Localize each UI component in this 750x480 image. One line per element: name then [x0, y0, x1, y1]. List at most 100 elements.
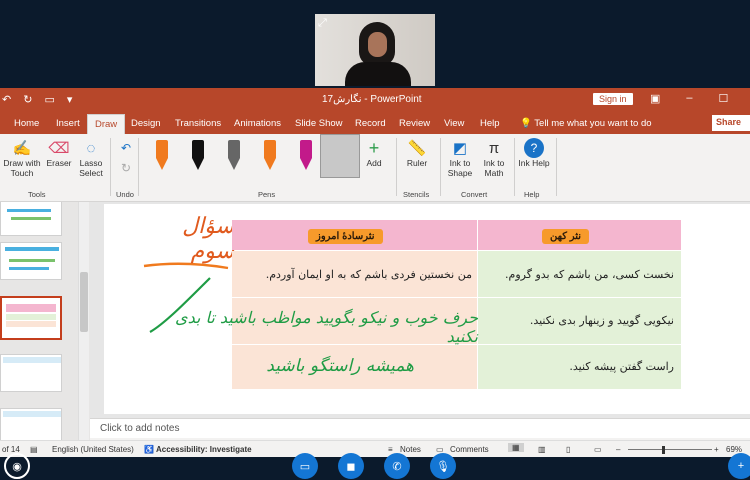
slideshow-icon[interactable]: ▭ [594, 445, 602, 454]
phone-icon[interactable]: ✆ [384, 453, 410, 479]
spellcheck-icon[interactable]: ▤ [30, 445, 38, 454]
header-old-label: نثر کهن [542, 229, 590, 244]
ribbon: ✍ Draw with Touch ⌫ Eraser ◌ Lasso Selec… [0, 134, 750, 202]
comments-button[interactable]: Comments [450, 445, 489, 454]
tab-draw[interactable]: Draw [87, 114, 126, 134]
minimize-icon[interactable]: – [686, 92, 692, 105]
ink-underline [143, 262, 229, 270]
slide-thumbnail[interactable] [0, 202, 62, 236]
thumb-row [6, 321, 56, 327]
undo-icon[interactable]: ↶ [2, 93, 11, 106]
new-row-1: من نخستین فردی باشم که به او ایمان آوردم… [265, 268, 472, 281]
thumb-line [3, 357, 61, 363]
scroll-thumb[interactable] [80, 272, 88, 332]
pens-group-label: Pens [258, 190, 276, 199]
zoom-in-icon[interactable]: + [714, 445, 719, 454]
ink-help-button[interactable]: ? Ink Help [518, 138, 550, 168]
redo-icon[interactable]: ↻ [23, 93, 32, 106]
language-label[interactable]: English (United States) [52, 445, 134, 454]
slide-thumbnail[interactable] [0, 242, 62, 280]
tab-slide-show[interactable]: Slide Show [295, 118, 343, 129]
slide-thumbnail[interactable] [0, 354, 62, 392]
notes-icon[interactable]: ≡ [388, 445, 393, 454]
eraser-label: Eraser [46, 158, 72, 168]
window-title: نگارش17 - PowerPoint [322, 94, 422, 105]
meeting-controls: ◉ ▭ ◼ ✆ 🎙 + [0, 453, 750, 480]
share-button[interactable]: Share [712, 115, 750, 131]
microphone-icon[interactable]: 🎙 [430, 453, 456, 479]
tab-view[interactable]: View [444, 118, 464, 129]
accessibility-icon[interactable]: ♿ [144, 445, 154, 454]
tab-record[interactable]: Record [355, 118, 386, 129]
reading-view-icon[interactable]: ▯ [566, 445, 570, 454]
expand-icon[interactable]: ⤢ [318, 17, 327, 30]
pen-barrel [300, 140, 312, 158]
participant-video[interactable]: ⤢ [315, 14, 435, 86]
normal-view-icon[interactable]: ▦ [508, 443, 524, 452]
tab-home[interactable]: Home [14, 118, 39, 129]
slide-thumbnail-selected[interactable] [0, 296, 62, 340]
ribbon-display-icon[interactable]: ▣ [650, 92, 660, 105]
accessibility-status[interactable]: Accessibility: Investigate [156, 445, 252, 454]
pen-2[interactable] [192, 140, 204, 170]
pen-4[interactable] [264, 140, 276, 170]
plus-icon: + [368, 137, 380, 158]
undo-ribbon-button[interactable]: ↶ ↻ [116, 138, 134, 178]
ruler-icon: 📏 [407, 140, 427, 157]
pen-3[interactable] [228, 140, 240, 170]
screen-share-icon[interactable]: ▭ [292, 453, 318, 479]
add-pen-label: Add [366, 158, 382, 168]
header-new-prose: نثرسادهٔ امروز [232, 220, 477, 250]
draw-with-touch-button[interactable]: ✍ Draw with Touch [2, 138, 42, 178]
ink-to-shape-button[interactable]: ◩ Ink to Shape [444, 138, 476, 178]
tab-animations[interactable]: Animations [234, 118, 281, 129]
ink-to-math-label: Ink to Math [483, 158, 505, 178]
presenter-icon[interactable]: ▭ [44, 93, 54, 106]
separator [556, 138, 557, 196]
tab-help[interactable]: Help [480, 118, 500, 129]
zoom-thumb[interactable] [662, 446, 665, 454]
lasso-icon: ◌ [86, 139, 96, 157]
eraser-button[interactable]: ⌫ Eraser [44, 138, 74, 168]
sign-in-button[interactable]: Sign in [593, 93, 633, 105]
ink-title: سؤال سوم [182, 214, 234, 264]
tab-review[interactable]: Review [399, 118, 430, 129]
record-icon[interactable]: ◉ [4, 453, 30, 479]
thumb-line [9, 267, 49, 270]
selected-pen-highlight[interactable] [320, 134, 360, 178]
add-icon[interactable]: + [728, 453, 750, 479]
maximize-icon[interactable]: ☐ [719, 92, 729, 105]
zoom-out-icon[interactable]: – [616, 445, 620, 454]
slide-sorter-icon[interactable]: ▥ [538, 445, 546, 454]
touch-draw-icon: ✍ [12, 140, 32, 157]
header-old-prose: نثر کهن [478, 220, 681, 250]
pen-5[interactable] [300, 140, 312, 170]
ink-to-math-button[interactable]: π Ink to Math [478, 138, 510, 179]
zoom-slider[interactable] [628, 449, 712, 450]
thumbnail-scrollbar[interactable] [78, 202, 89, 441]
tab-insert[interactable]: Insert [56, 118, 80, 129]
camera-icon[interactable]: ◼ [338, 453, 364, 479]
old-row-2: نیکویی گویید و زینهار بدی نکنید. [529, 314, 674, 327]
thumb-line [11, 217, 51, 220]
tab-design[interactable]: Design [131, 118, 161, 129]
customize-qat-icon[interactable]: ▾ [67, 93, 73, 106]
add-pen-button[interactable]: + Add [364, 137, 384, 169]
slide-thumbnail[interactable] [0, 408, 62, 441]
screen: ⤢ ↶ ↻ ▭ ▾ نگارش17 - PowerPoint Sign in ▣… [0, 0, 750, 480]
pen-barrel [192, 140, 204, 158]
lasso-label: Lasso Select [79, 158, 103, 178]
pen-tip [156, 158, 168, 170]
notes-pane[interactable]: Click to add notes [90, 418, 750, 438]
lasso-select-button[interactable]: ◌ Lasso Select [76, 138, 106, 179]
pen-tip [228, 158, 240, 170]
ink-to-shape-label: Ink to Shape [447, 158, 473, 178]
tab-transitions[interactable]: Transitions [175, 118, 221, 129]
thumb-line [5, 247, 59, 251]
thumb-row [6, 314, 56, 320]
pen-1[interactable] [156, 140, 168, 170]
ruler-button[interactable]: 📏 Ruler [402, 138, 432, 168]
notes-button[interactable]: Notes [400, 445, 421, 454]
slide[interactable]: سؤال سوم نثرسادهٔ امروز نثر کهن نخست کسی… [104, 204, 750, 414]
tell-me-search[interactable]: 💡 Tell me what you want to do [520, 118, 652, 129]
